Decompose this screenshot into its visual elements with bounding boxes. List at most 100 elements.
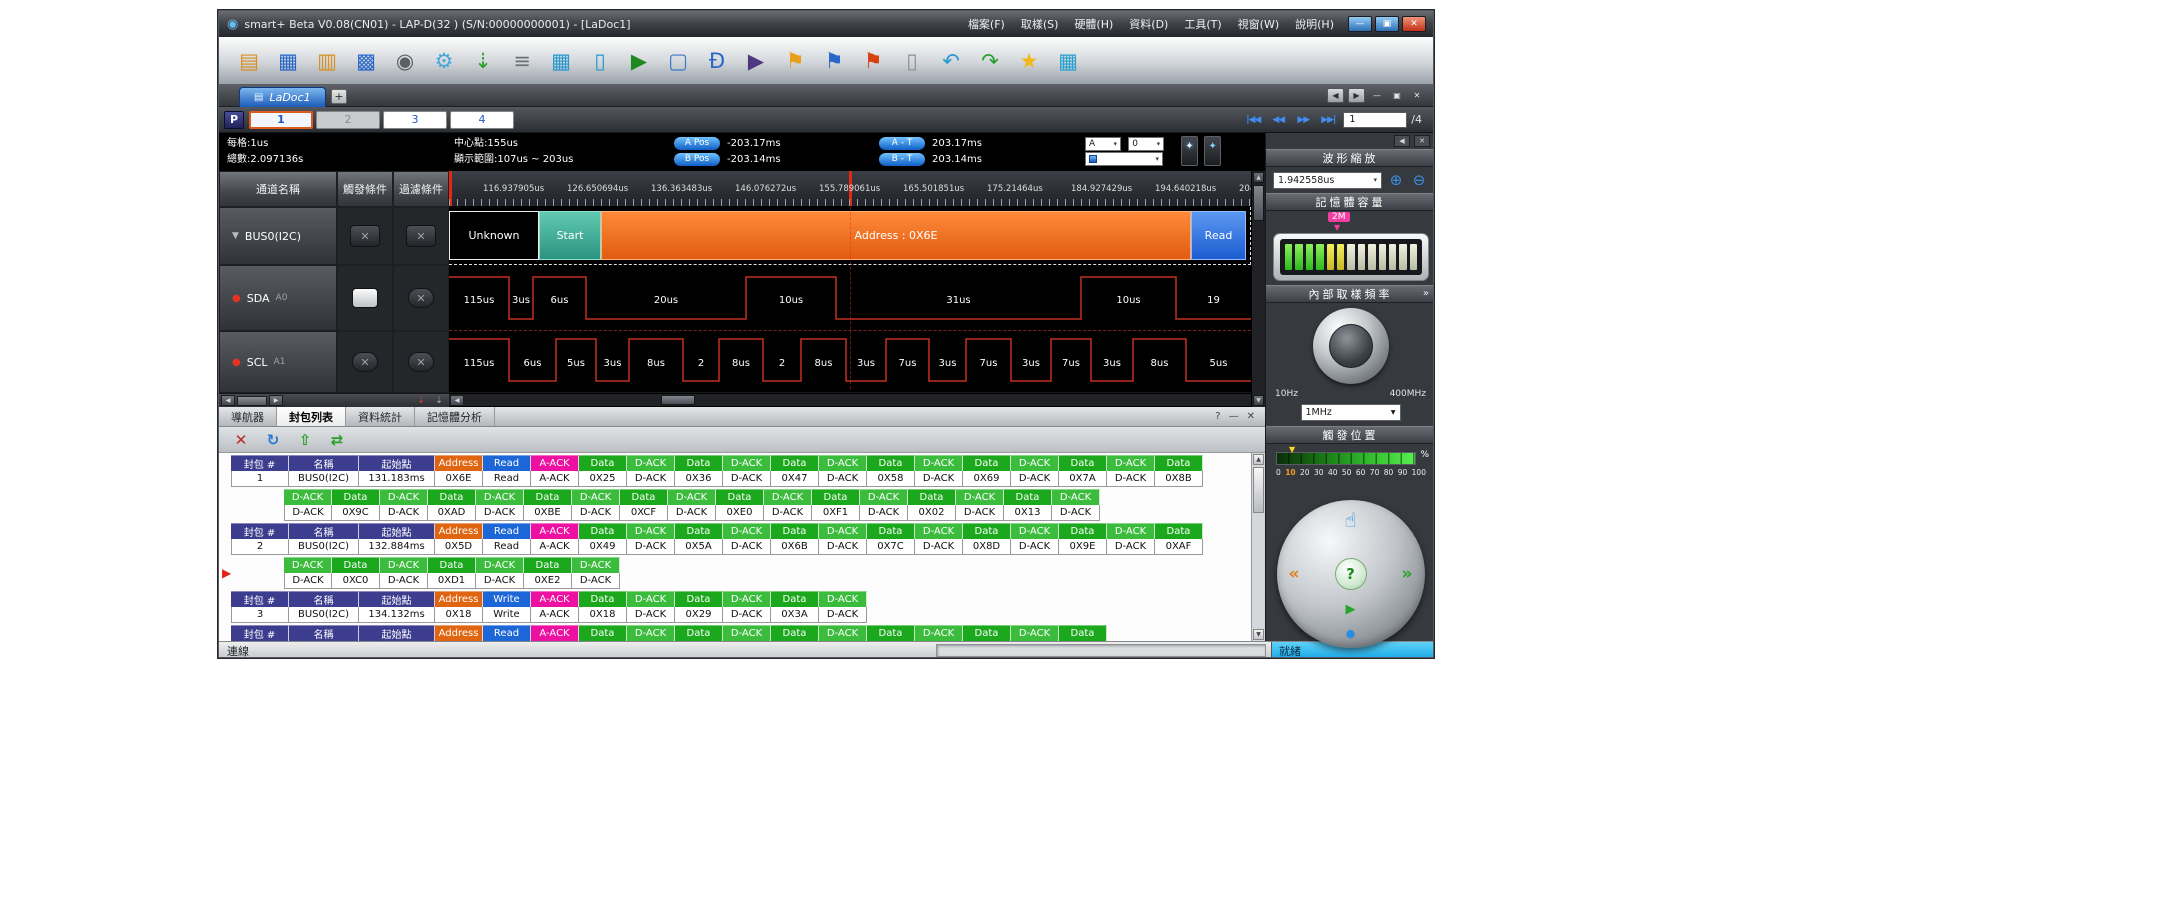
packet-value-row[interactable]: 2BUS0(I2C)132.884ms0X5DReadA-ACK0X49D-AC… (231, 539, 1203, 555)
scroll-left-button[interactable]: ◀ (221, 395, 235, 406)
packet-value-cell[interactable]: D-ACK (723, 471, 771, 487)
trigger-position-bar[interactable]: ▼ (1276, 452, 1416, 465)
packet-value-cell[interactable]: 2 (231, 539, 289, 555)
menu-item[interactable]: 視窗(W) (1231, 14, 1286, 34)
open-project-icon[interactable]: ▥ (311, 45, 343, 77)
channel-name[interactable]: ▼BUS0(I2C) (219, 207, 337, 265)
search-back-icon[interactable]: ↶ (935, 45, 967, 77)
packet-value-cell[interactable]: D-ACK (1011, 539, 1059, 555)
packet-value-cell[interactable]: 1 (231, 471, 289, 487)
packet-value-cell[interactable]: Write (483, 607, 531, 623)
packet-value-cell[interactable]: D-ACK (915, 471, 963, 487)
page-button[interactable]: 2 (316, 111, 380, 129)
packet-value-cell[interactable]: D-ACK (723, 607, 771, 623)
packet-value-cell[interactable]: D-ACK (1011, 471, 1059, 487)
table-scroll-down-button[interactable]: ▼ (1253, 629, 1264, 640)
doc-minimize-button[interactable]: — (1369, 89, 1385, 103)
packet-value-cell[interactable]: 0X8B (1155, 471, 1203, 487)
packet-value-cell[interactable]: 0XAD (428, 505, 476, 521)
packet-value-cell[interactable]: 134.132ms (359, 607, 435, 623)
menu-item[interactable]: 取樣(S) (1014, 14, 1066, 34)
packet-value-cell[interactable]: D-ACK (572, 505, 620, 521)
packet-value-cell[interactable]: D-ACK (476, 505, 524, 521)
trigger-condition-button[interactable]: ✕ (350, 225, 380, 247)
bus-segment-start[interactable]: Start (539, 211, 601, 260)
packet-value-cell[interactable]: D-ACK (1107, 539, 1155, 555)
table-scroll-thumb[interactable] (1253, 467, 1264, 513)
packet-value-cell[interactable]: 0X9C (332, 505, 380, 521)
sidebar-close-button[interactable]: ✕ (1414, 135, 1430, 147)
wave-scroll-up-button[interactable]: ▲ (1253, 172, 1264, 183)
packet-value-cell[interactable]: 0XD1 (428, 573, 476, 589)
wave-scroll-thumb[interactable] (661, 395, 695, 405)
pattern-select[interactable]: ▾ (1085, 152, 1163, 166)
add-document-button[interactable]: + (331, 89, 347, 104)
packet-value-cell[interactable]: BUS0(I2C) (289, 539, 359, 555)
refresh-icon[interactable]: ↻ (263, 430, 283, 450)
packet-value-cell[interactable]: 132.884ms (359, 539, 435, 555)
channel-name[interactable]: ●SDAA0 (219, 265, 337, 331)
marker-lamp-a-button[interactable]: ✦ (1181, 136, 1198, 166)
pan-hand-icon[interactable]: ☝ (1344, 508, 1356, 532)
bottom-tab[interactable]: 導航器 (219, 407, 277, 426)
scroll-right-button[interactable]: ▶ (269, 395, 283, 406)
close-button[interactable]: ✕ (1402, 16, 1426, 32)
bottom-tab[interactable]: 資料統計 (346, 407, 415, 426)
bus-segment-read[interactable]: Read (1191, 211, 1246, 260)
packet-value-cell[interactable]: 0X49 (579, 539, 627, 555)
channel-select[interactable]: 0▾ (1128, 137, 1164, 151)
channel-row[interactable]: ▼BUS0(I2C) ✕ ✕ (219, 207, 449, 265)
packet-value-cell[interactable]: 0XE2 (524, 573, 572, 589)
delete-icon[interactable]: ✕ (231, 430, 251, 450)
menu-item[interactable]: 檔案(F) (961, 14, 1012, 34)
packet-value-cell[interactable]: D-ACK (723, 539, 771, 555)
channel-row[interactable]: ●SDAA0✕ (219, 265, 449, 331)
packet-value-cell[interactable]: 0X69 (963, 471, 1011, 487)
bus-segment-unknown[interactable]: Unknown (449, 211, 539, 260)
channel-scrollbar[interactable]: ◀ ▶ ⇣ ⇣ (219, 393, 449, 407)
packet-value-cell[interactable]: D-ACK (1052, 505, 1100, 521)
packet-value-cell[interactable]: D-ACK (627, 607, 675, 623)
sidebar-pin-button[interactable]: ◀ (1394, 135, 1410, 147)
doc-restore-button[interactable]: ▣ (1389, 89, 1405, 103)
tools-icon[interactable]: ⚙ (428, 45, 460, 77)
frequency-select[interactable]: 1MHz ▾ (1301, 404, 1401, 421)
wave-scroll-down-button[interactable]: ▼ (1253, 395, 1264, 406)
waveform-area[interactable]: 116.937905us126.650694us136.363483us146.… (449, 171, 1251, 407)
menu-item[interactable]: 工具(T) (1177, 14, 1228, 34)
packet-value-cell[interactable]: D-ACK (819, 539, 867, 555)
restore-button[interactable]: ▣ (1375, 16, 1399, 32)
open-file-icon[interactable]: ▤ (233, 45, 265, 77)
packet-value-cell[interactable]: Read (483, 539, 531, 555)
page-button[interactable]: 3 (383, 111, 447, 129)
bottom-tab[interactable]: 記憶體分析 (415, 407, 495, 426)
trigger-condition-button[interactable]: ✕ (352, 352, 378, 372)
packet-value-cell[interactable]: D-ACK (819, 471, 867, 487)
favorites-icon[interactable]: ★ (1013, 45, 1045, 77)
packet-value-cell[interactable]: 0X13 (1004, 505, 1052, 521)
packet-value-cell[interactable]: D-ACK (764, 505, 812, 521)
split-window-icon[interactable]: ▯ (584, 45, 616, 77)
goto-trigger-button[interactable]: ⇣ (413, 395, 429, 407)
grid-view-icon[interactable]: ▦ (545, 45, 577, 77)
export-icon[interactable]: ⇧ (295, 430, 315, 450)
packet-value-cell[interactable]: D-ACK (915, 539, 963, 555)
filter-condition-button[interactable]: ✕ (406, 225, 436, 247)
packet-value-cell[interactable]: 0X7A (1059, 471, 1107, 487)
packet-value-cell[interactable]: 0XBE (524, 505, 572, 521)
channel-row[interactable]: ●SCLA1✕✕ (219, 331, 449, 393)
screenshot-icon[interactable]: ◉ (389, 45, 421, 77)
marker-select[interactable]: A▾ (1085, 137, 1121, 151)
minimize-button[interactable]: — (1348, 16, 1372, 32)
flag-b-icon[interactable]: ⚑ (818, 45, 850, 77)
flag-t-icon[interactable]: ⚑ (857, 45, 889, 77)
packet-value-cell[interactable]: BUS0(I2C) (289, 471, 359, 487)
tab-ladoc1[interactable]: ▤ LaDoc1 (239, 87, 326, 107)
packet-value-cell[interactable]: A-ACK (531, 607, 579, 623)
packet-value-cell[interactable]: D-ACK (380, 573, 428, 589)
nav-play-icon[interactable]: ▶ (1346, 602, 1356, 617)
packet-value-row[interactable]: 3BUS0(I2C)134.132ms0X18WriteA-ACK0X18D-A… (231, 607, 1203, 623)
packet-value-cell[interactable]: 0X7C (867, 539, 915, 555)
page-button[interactable]: 1 (249, 111, 313, 129)
packet-value-cell[interactable]: 0X6E (435, 471, 483, 487)
